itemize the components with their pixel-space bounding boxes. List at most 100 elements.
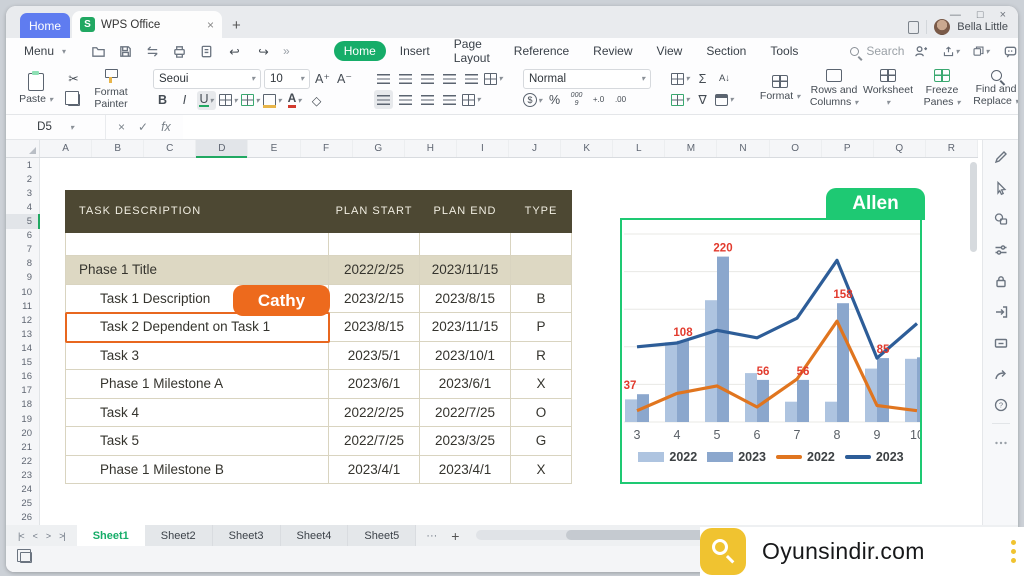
filter-button[interactable]: ∇ [693, 90, 712, 109]
switch-window-icon[interactable]: ▾ [972, 43, 989, 60]
merge-center-button[interactable]: ▾ [484, 69, 503, 88]
row-header-7[interactable]: 7 [6, 243, 39, 257]
align-right-button[interactable] [418, 90, 437, 109]
table-cell[interactable] [511, 233, 572, 256]
format-painter-button[interactable]: Format Painter [89, 67, 133, 111]
table-row[interactable]: Task 42022/2/252022/7/25O [65, 399, 572, 428]
table-cell[interactable]: 2022/7/25 [420, 399, 511, 428]
export-icon[interactable] [992, 303, 1009, 320]
bold-button[interactable]: B [153, 91, 172, 110]
fill-color-button[interactable]: ▾ [263, 91, 282, 110]
row-header-16[interactable]: 16 [6, 370, 39, 384]
table-cell[interactable]: 2023/11/15 [420, 256, 511, 285]
table-cell[interactable]: P [511, 313, 572, 342]
table-cell[interactable]: 2023/11/15 [420, 313, 511, 342]
align-left-button[interactable] [374, 90, 393, 109]
tab-close-icon[interactable]: × [207, 18, 214, 32]
comment-icon[interactable] [1002, 43, 1018, 60]
cell-style-select[interactable]: Normal▾ [523, 69, 651, 89]
column-header-N[interactable]: N [717, 140, 769, 157]
sheet-nav-2[interactable]: > [46, 531, 50, 541]
document-tab[interactable]: S WPS Office × [72, 11, 222, 38]
pencil-icon[interactable] [992, 148, 1009, 165]
column-header-G[interactable]: G [353, 140, 405, 157]
ribbon-tab-home[interactable]: Home [334, 41, 386, 61]
ribbon-tab-review[interactable]: Review [583, 41, 642, 61]
table-cell[interactable]: 2023/3/25 [420, 427, 511, 456]
vertical-scrollbar[interactable] [970, 162, 977, 252]
column-header-R[interactable]: R [926, 140, 978, 157]
card-icon[interactable] [992, 334, 1009, 351]
column-header-E[interactable]: E [248, 140, 300, 157]
cancel-icon[interactable]: × [118, 120, 125, 134]
align-bottom-button[interactable] [418, 69, 437, 88]
align-middle-button[interactable] [396, 69, 415, 88]
row-header-23[interactable]: 23 [6, 468, 39, 482]
table-cell[interactable]: 2022/2/25 [329, 399, 420, 428]
column-header-K[interactable]: K [561, 140, 613, 157]
row-header-25[interactable]: 25 [6, 497, 39, 511]
table-cell[interactable]: 2022/2/25 [329, 256, 420, 285]
table-cell[interactable]: 2023/6/1 [420, 370, 511, 399]
table-cell[interactable]: B [511, 285, 572, 314]
column-header-M[interactable]: M [665, 140, 717, 157]
row-header-14[interactable]: 14 [6, 341, 39, 355]
more-sheets-button[interactable]: ··· [416, 530, 447, 542]
add-person-icon[interactable] [912, 43, 929, 60]
table-cell[interactable]: 2023/4/1 [420, 456, 511, 485]
ribbon-tab-view[interactable]: View [647, 41, 693, 61]
row-header-24[interactable]: 24 [6, 483, 39, 497]
row-header-12[interactable]: 12 [6, 313, 39, 327]
more-icon[interactable] [992, 434, 1009, 451]
row-header-2[interactable]: 2 [6, 172, 39, 186]
column-header-A[interactable]: A [40, 140, 92, 157]
table-row[interactable]: Phase 1 Title2022/2/252023/11/15 [65, 256, 572, 285]
copy-icon[interactable] [64, 91, 83, 110]
currency-format-button[interactable]: $▾ [523, 91, 542, 110]
row-header-5[interactable]: 5 [6, 214, 39, 228]
row-header-6[interactable]: 6 [6, 229, 39, 243]
new-tab-button[interactable]: + [232, 17, 241, 34]
more-chevrons-icon[interactable]: » [283, 44, 290, 58]
row-header-10[interactable]: 10 [6, 285, 39, 299]
share-icon[interactable]: ▾ [942, 43, 959, 60]
ribbon-tab-section[interactable]: Section [696, 41, 756, 61]
table-cell[interactable]: O [511, 399, 572, 428]
font-color-button[interactable]: A▾ [285, 91, 304, 110]
column-header-F[interactable]: F [301, 140, 353, 157]
table-cell[interactable]: 2023/10/1 [420, 342, 511, 371]
save-icon[interactable] [117, 43, 134, 60]
table-cell[interactable]: 2023/5/1 [329, 342, 420, 371]
pointer-icon[interactable] [992, 179, 1009, 196]
sliders-icon[interactable] [992, 241, 1009, 258]
home-screen-button[interactable]: Home [20, 13, 70, 38]
insert-function-icon[interactable]: fx [161, 120, 171, 134]
eraser-button[interactable]: ◇ [307, 91, 326, 110]
table-cell[interactable]: Phase 1 Title [65, 256, 329, 285]
table-cell[interactable]: Phase 1 Milestone B [65, 456, 329, 485]
paste-button[interactable]: Paste ▾ [14, 67, 58, 111]
formula-input[interactable] [183, 115, 1018, 139]
worksheet-button[interactable]: Worksheet ▾ [862, 66, 914, 112]
table-cell[interactable]: X [511, 456, 572, 485]
column-header-O[interactable]: O [770, 140, 822, 157]
table-row[interactable]: Task 32023/5/12023/10/1R [65, 342, 572, 371]
row-header-19[interactable]: 19 [6, 412, 39, 426]
table-cell[interactable]: 2023/8/15 [329, 313, 420, 342]
ribbon-tab-insert[interactable]: Insert [390, 41, 440, 61]
row-header-8[interactable]: 8 [6, 257, 39, 271]
row-header-15[interactable]: 15 [6, 356, 39, 370]
align-center-button[interactable] [396, 90, 415, 109]
row-header-26[interactable]: 26 [6, 511, 39, 525]
table-cell[interactable]: Task 4 [65, 399, 329, 428]
sheet-tab-sheet5[interactable]: Sheet5 [348, 525, 416, 546]
decrease-indent-button[interactable] [440, 69, 459, 88]
column-header-D[interactable]: D [196, 140, 248, 157]
table-cell[interactable]: 2022/7/25 [329, 427, 420, 456]
lock-icon[interactable] [992, 272, 1009, 289]
ribbon-tab-reference[interactable]: Reference [504, 41, 579, 61]
increase-decimal-button[interactable]: +.0 [589, 91, 608, 110]
table-cell[interactable]: Phase 1 Milestone A [65, 370, 329, 399]
column-header-C[interactable]: C [144, 140, 196, 157]
row-header-11[interactable]: 11 [6, 299, 39, 313]
